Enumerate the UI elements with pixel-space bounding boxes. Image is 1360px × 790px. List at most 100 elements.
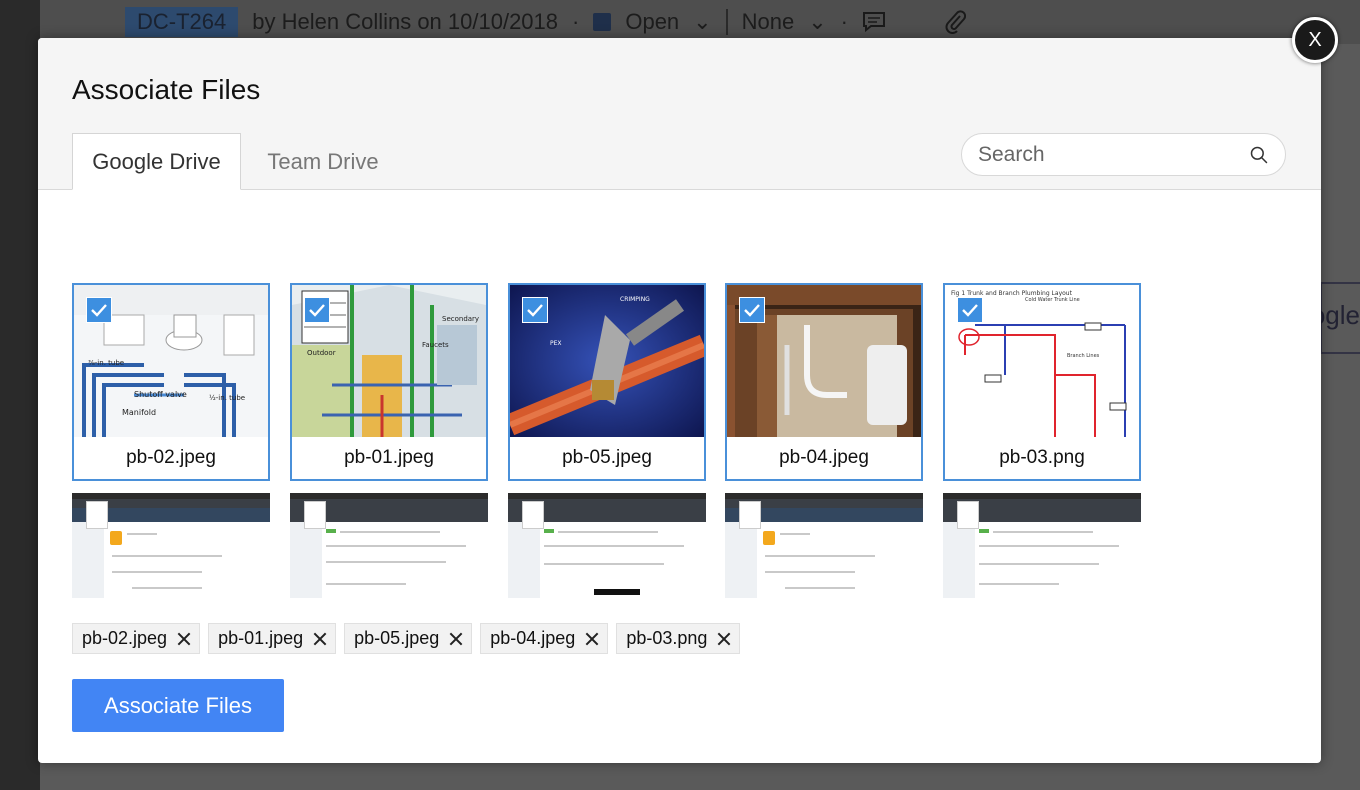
thumb-part xyxy=(544,545,684,547)
modal-header: Associate Files Google Drive Team Drive xyxy=(38,38,1321,190)
svg-text:Shutoff valve: Shutoff valve xyxy=(134,390,187,399)
close-button[interactable]: X xyxy=(1292,17,1338,63)
file-tile-screenshot[interactable] xyxy=(943,493,1141,598)
chevron-down-icon: ⌄ xyxy=(693,9,712,34)
thumb-part xyxy=(765,571,855,573)
thumb-part xyxy=(765,555,875,557)
selected-file-chip: pb-05.jpeg xyxy=(344,623,473,654)
file-name: pb-02.jpeg xyxy=(126,447,216,468)
svg-text:Faucets: Faucets xyxy=(422,341,449,349)
thumb-part xyxy=(544,563,664,565)
remove-icon[interactable] xyxy=(177,632,191,646)
thumb-part xyxy=(340,531,440,533)
file-tile-pb-01[interactable]: Secondary Faucets Outdoor pb-01.jpeg xyxy=(290,283,488,481)
status-color-icon xyxy=(593,13,612,31)
thumb-part xyxy=(326,545,466,547)
file-tile-pb-04[interactable]: pb-04.jpeg xyxy=(725,283,923,481)
chip-label: pb-05.jpeg xyxy=(354,628,440,648)
file-tile-pb-03[interactable]: Fig 1 Trunk and Branch Plumbing Layout C… xyxy=(943,283,1141,481)
thumb-part xyxy=(544,529,554,533)
file-tile-screenshot[interactable] xyxy=(508,493,706,598)
remove-icon[interactable] xyxy=(313,632,327,646)
thumb-part xyxy=(558,531,658,533)
thumb-part xyxy=(522,501,544,529)
dot-separator: · xyxy=(572,9,580,34)
checkbox-checked-icon[interactable] xyxy=(86,297,112,323)
thumb-part xyxy=(979,529,989,533)
file-name: pb-05.jpeg xyxy=(562,447,652,468)
search-input[interactable] xyxy=(978,142,1249,167)
file-tile-screenshot[interactable] xyxy=(290,493,488,598)
chip-label: pb-01.jpeg xyxy=(218,628,304,648)
thumb-part xyxy=(763,531,775,545)
thumb-part xyxy=(993,531,1093,533)
file-name: pb-01.jpeg xyxy=(344,447,434,468)
svg-text:Secondary: Secondary xyxy=(442,315,479,323)
thumb-part xyxy=(112,571,202,573)
checkbox-checked-icon[interactable] xyxy=(739,297,765,323)
remove-icon[interactable] xyxy=(585,632,599,646)
svg-text:Branch Lines: Branch Lines xyxy=(1067,353,1100,359)
svg-text:Outdoor: Outdoor xyxy=(307,349,336,357)
thumb-part xyxy=(785,587,855,589)
thumb-part xyxy=(112,555,222,557)
tab-google-drive[interactable]: Google Drive xyxy=(72,133,241,190)
file-name: pb-03.png xyxy=(999,447,1085,468)
file-tile-pb-05[interactable]: CRIMPING PEX pb-05.jpeg xyxy=(508,283,706,481)
svg-text:⅜-in. tube: ⅜-in. tube xyxy=(88,359,124,367)
thumb-part xyxy=(110,531,122,545)
checkbox-checked-icon[interactable] xyxy=(304,297,330,323)
assignee-dropdown: None xyxy=(741,9,795,34)
paperclip-icon xyxy=(945,10,966,34)
comment-icon xyxy=(862,12,885,33)
thumb-part xyxy=(780,533,810,535)
svg-text:½-in. tube: ½-in. tube xyxy=(209,394,245,402)
remove-icon[interactable] xyxy=(449,632,463,646)
file-name: pb-04.jpeg xyxy=(779,447,869,468)
thumb-part xyxy=(594,589,640,595)
thumb-part xyxy=(739,501,761,529)
selected-files-list: pb-02.jpeg pb-01.jpeg pb-05.jpeg pb-04.j… xyxy=(72,623,741,654)
dot-separator: · xyxy=(840,9,848,34)
svg-text:PEX: PEX xyxy=(550,340,562,347)
thumb-part xyxy=(72,522,104,598)
thumb-part xyxy=(326,529,336,533)
chevron-down-icon: ⌄ xyxy=(808,9,827,34)
modal-title: Associate Files xyxy=(72,74,261,105)
file-tile-screenshot[interactable] xyxy=(72,493,270,598)
svg-text:CRIMPING: CRIMPING xyxy=(620,296,650,303)
thumb-part xyxy=(86,501,108,529)
thumb-part xyxy=(508,522,540,598)
divider xyxy=(725,9,728,35)
thumb-part xyxy=(326,583,406,585)
chip-label: pb-04.jpeg xyxy=(490,628,576,648)
associate-files-modal: Associate Files Google Drive Team Drive … xyxy=(38,38,1321,763)
remove-icon[interactable] xyxy=(717,632,731,646)
selected-file-chip: pb-03.png xyxy=(616,623,741,654)
thumb-part xyxy=(979,545,1119,547)
ticket-id-badge: DC-T264 xyxy=(125,7,239,37)
chip-label: pb-02.jpeg xyxy=(82,628,168,648)
file-tile-screenshot[interactable] xyxy=(725,493,923,598)
thumb-part xyxy=(957,501,979,529)
thumb-part xyxy=(304,501,326,529)
ticket-byline: by Helen Collins on 10/10/2018 xyxy=(252,9,559,34)
svg-text:Fig 1 Trunk and Branch Plu: Fig 1 Trunk and Branch Plumbing Layout xyxy=(951,290,1073,297)
selected-file-chip: pb-01.jpeg xyxy=(208,623,337,654)
status-dropdown: Open xyxy=(625,9,680,34)
thumb-part xyxy=(943,522,975,598)
thumb-part xyxy=(979,583,1059,585)
background-sidebar xyxy=(0,0,40,790)
thumb-part xyxy=(290,522,322,598)
svg-text:Manifold: Manifold xyxy=(122,408,156,417)
file-tile-pb-02[interactable]: Shutoff valve Manifold ½-in. tube ⅜-in. … xyxy=(72,283,270,481)
associate-files-button[interactable]: Associate Files xyxy=(72,679,284,732)
search-box xyxy=(961,133,1286,176)
checkbox-checked-icon[interactable] xyxy=(522,297,548,323)
checkbox-checked-icon[interactable] xyxy=(957,297,983,323)
thumb-part xyxy=(127,533,157,535)
svg-text:Cold Water Trunk Line: Cold Water Trunk Line xyxy=(1025,297,1080,303)
tab-team-drive[interactable]: Team Drive xyxy=(248,133,398,190)
thumb-part xyxy=(132,587,202,589)
search-icon[interactable] xyxy=(1249,143,1269,167)
